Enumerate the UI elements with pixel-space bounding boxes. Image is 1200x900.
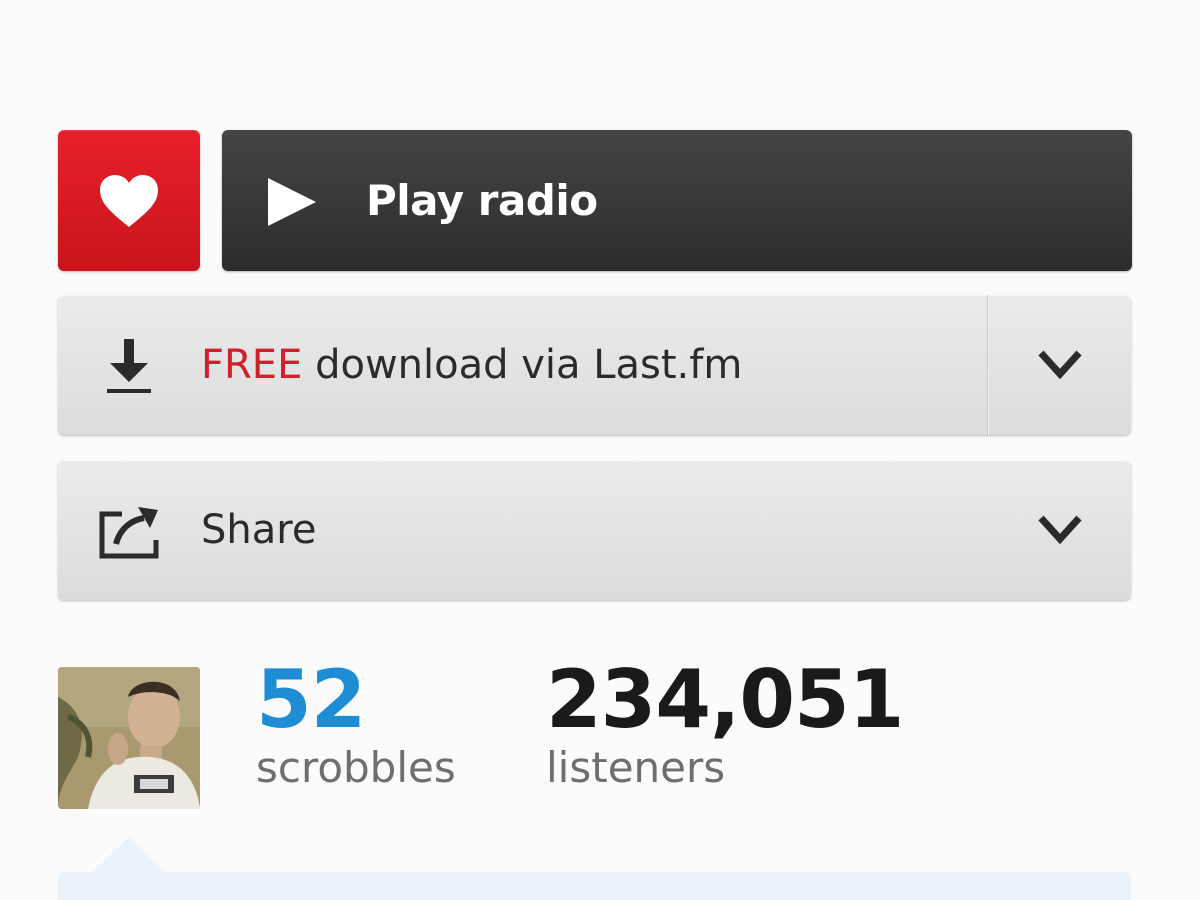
download-via-label: download via Last.fm bbox=[302, 342, 743, 388]
scrobbles-count[interactable]: 52 bbox=[256, 655, 456, 745]
share-icon bbox=[99, 507, 159, 559]
listeners-count: 234,051 bbox=[546, 653, 904, 746]
free-label: FREE bbox=[201, 342, 303, 388]
callout-pointer bbox=[92, 837, 166, 873]
scrobbles-label: scrobbles bbox=[256, 743, 456, 792]
share-options-dropdown[interactable] bbox=[988, 460, 1131, 600]
listeners-label: listeners bbox=[546, 743, 726, 792]
chevron-down-icon bbox=[1038, 515, 1082, 545]
track-sidebar: Play radio FREE download via Last.fm Sha… bbox=[0, 0, 1200, 900]
listeners-stat: 234,051 listeners bbox=[546, 653, 904, 793]
heart-icon bbox=[100, 174, 158, 227]
download-label: FREE download via Last.fm bbox=[201, 295, 742, 435]
love-button[interactable] bbox=[58, 130, 200, 271]
play-radio-label: Play radio bbox=[366, 176, 598, 225]
share-label: Share bbox=[201, 507, 317, 553]
download-bar: FREE download via Last.fm bbox=[58, 295, 1131, 435]
play-radio-button[interactable]: Play radio bbox=[222, 130, 1132, 271]
user-avatar-photo bbox=[58, 667, 200, 809]
share-button[interactable]: Share bbox=[58, 460, 988, 600]
free-download-button[interactable]: FREE download via Last.fm bbox=[58, 295, 987, 435]
play-icon bbox=[268, 178, 316, 226]
user-avatar[interactable] bbox=[58, 667, 200, 809]
share-bar: Share bbox=[58, 460, 1131, 600]
callout-box bbox=[58, 872, 1131, 900]
chevron-down-icon bbox=[1038, 350, 1082, 380]
download-icon bbox=[107, 339, 151, 393]
scrobbles-stat: 52 scrobbles bbox=[256, 655, 456, 793]
download-options-dropdown[interactable] bbox=[987, 295, 1131, 435]
